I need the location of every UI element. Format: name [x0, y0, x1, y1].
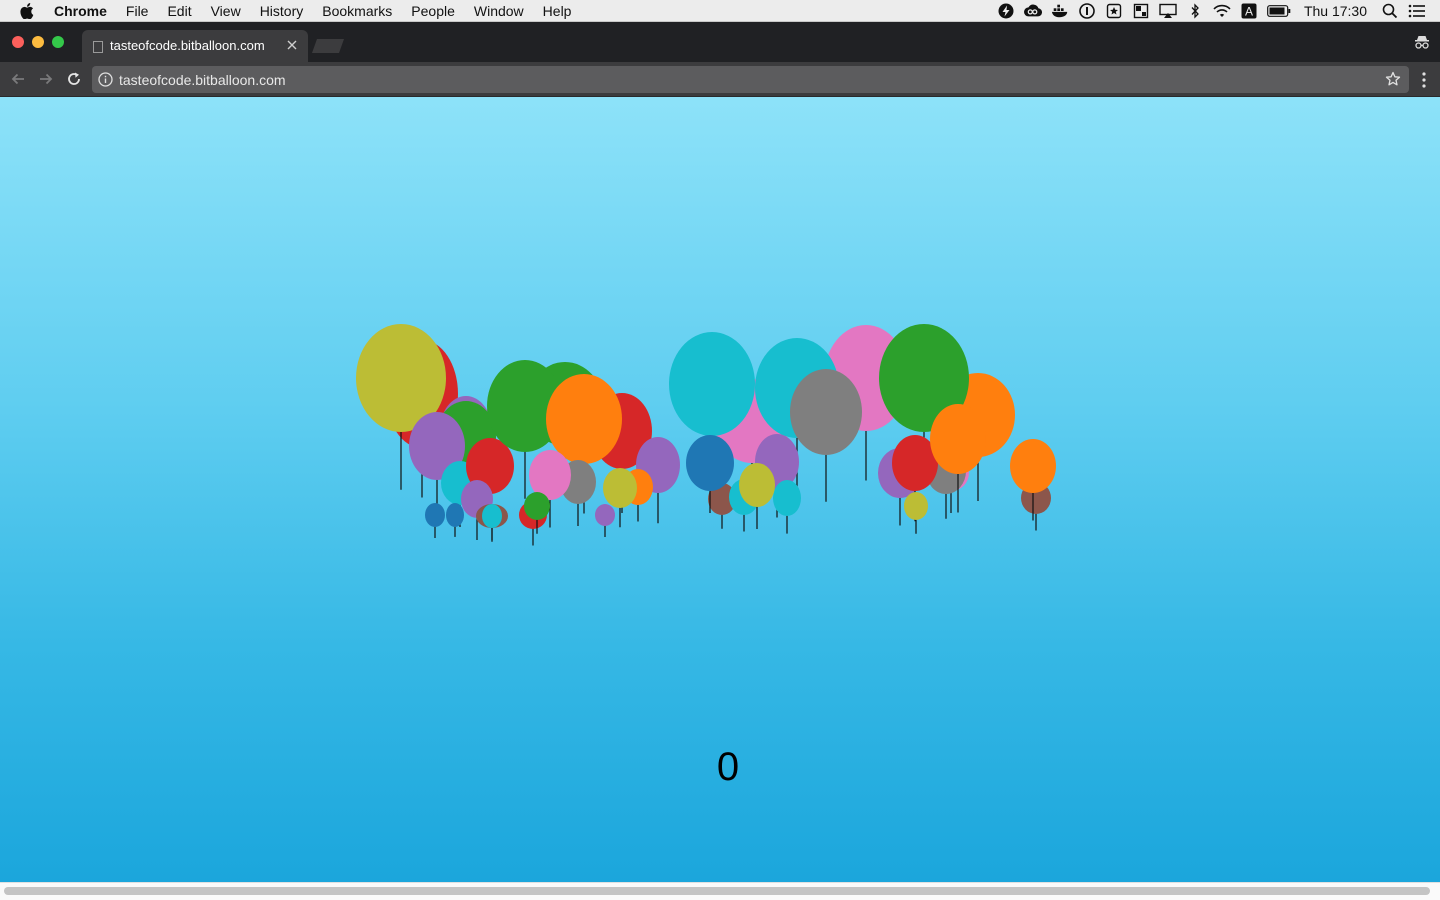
menu-history[interactable]: History — [260, 3, 304, 19]
menu-bar-status-area: A Thu 17:30 — [997, 0, 1440, 22]
chrome-menu-icon[interactable] — [1420, 71, 1428, 89]
tab-close-icon[interactable] — [284, 37, 300, 53]
wifi-icon[interactable] — [1213, 3, 1231, 19]
balloon-body[interactable] — [686, 435, 734, 491]
window-zoom-button[interactable] — [52, 36, 64, 48]
balloon-body[interactable] — [482, 504, 502, 528]
balloon[interactable] — [482, 504, 502, 541]
balloon-body[interactable] — [524, 492, 550, 520]
menu-app-name[interactable]: Chrome — [54, 3, 107, 19]
new-tab-button[interactable] — [312, 39, 344, 53]
notification-center-icon[interactable] — [1408, 3, 1426, 19]
creative-cloud-icon[interactable] — [1023, 3, 1042, 19]
macos-menu-bar: Chrome File Edit View History Bookmarks … — [0, 0, 1440, 22]
grid-app-icon[interactable] — [1132, 3, 1150, 19]
page-favicon-icon — [92, 40, 104, 53]
balloon-body[interactable] — [904, 492, 928, 520]
menu-file[interactable]: File — [126, 3, 149, 19]
balloon-body[interactable] — [603, 468, 637, 508]
address-bar[interactable]: tasteofcode.bitballoon.com — [92, 66, 1409, 93]
spotlight-search-icon[interactable] — [1381, 3, 1399, 19]
balloon-body[interactable] — [546, 374, 622, 464]
balloon-body[interactable] — [739, 463, 775, 507]
back-button[interactable] — [9, 70, 27, 88]
menu-bar-clock[interactable]: Thu 17:30 — [1304, 3, 1367, 19]
docker-icon[interactable] — [1051, 3, 1069, 19]
browser-tab-strip: tasteofcode.bitballoon.com — [0, 22, 1440, 62]
balloon-body[interactable] — [446, 503, 464, 527]
score-counter: 0 — [716, 745, 740, 789]
window-minimize-button[interactable] — [32, 36, 44, 48]
tab-title: tasteofcode.bitballoon.com — [110, 38, 265, 53]
balloon[interactable] — [773, 480, 801, 534]
airplay-icon[interactable] — [1159, 3, 1177, 19]
balloon-body[interactable] — [930, 404, 986, 474]
site-info-icon[interactable] — [98, 72, 113, 87]
page-viewport: 0 — [0, 97, 1440, 882]
reload-button[interactable] — [65, 70, 83, 88]
balloon-body[interactable] — [790, 369, 862, 455]
menu-people[interactable]: People — [411, 3, 455, 19]
input-source-icon[interactable]: A — [1240, 3, 1258, 19]
bluetooth-icon[interactable] — [1186, 3, 1204, 19]
menu-help[interactable]: Help — [543, 3, 572, 19]
balloon-body[interactable] — [595, 504, 615, 526]
menu-bookmarks[interactable]: Bookmarks — [322, 3, 392, 19]
balloon-body[interactable] — [425, 503, 445, 527]
address-bar-url[interactable]: tasteofcode.bitballoon.com — [119, 72, 286, 88]
battery-icon[interactable] — [1267, 3, 1291, 19]
browser-toolbar: tasteofcode.bitballoon.com — [0, 62, 1440, 97]
window-close-button[interactable] — [12, 36, 24, 48]
balloon[interactable] — [1010, 439, 1056, 521]
balloon[interactable] — [446, 503, 464, 537]
browser-tab-active[interactable]: tasteofcode.bitballoon.com — [82, 30, 308, 62]
menu-edit[interactable]: Edit — [167, 3, 191, 19]
menu-window[interactable]: Window — [474, 3, 524, 19]
balloon-body[interactable] — [1010, 439, 1056, 493]
bookmark-star-icon[interactable] — [1385, 71, 1401, 87]
balloon[interactable] — [595, 504, 615, 537]
balloon-body[interactable] — [669, 332, 755, 436]
balloon[interactable] — [425, 503, 445, 538]
bookmark-app-icon[interactable] — [1105, 3, 1123, 19]
apple-menu-icon[interactable] — [20, 2, 38, 19]
scrollbar-thumb[interactable] — [4, 887, 1430, 895]
incognito-icon — [1414, 34, 1430, 50]
balloon[interactable] — [904, 492, 928, 534]
forward-button[interactable] — [37, 70, 55, 88]
1password-icon[interactable] — [1078, 3, 1096, 19]
horizontal-scrollbar[interactable] — [0, 882, 1440, 900]
svg-text:A: A — [1245, 5, 1253, 19]
menu-view[interactable]: View — [211, 3, 241, 19]
bolt-icon[interactable] — [997, 3, 1015, 19]
balloon[interactable] — [790, 369, 862, 502]
balloon-body[interactable] — [773, 480, 801, 516]
